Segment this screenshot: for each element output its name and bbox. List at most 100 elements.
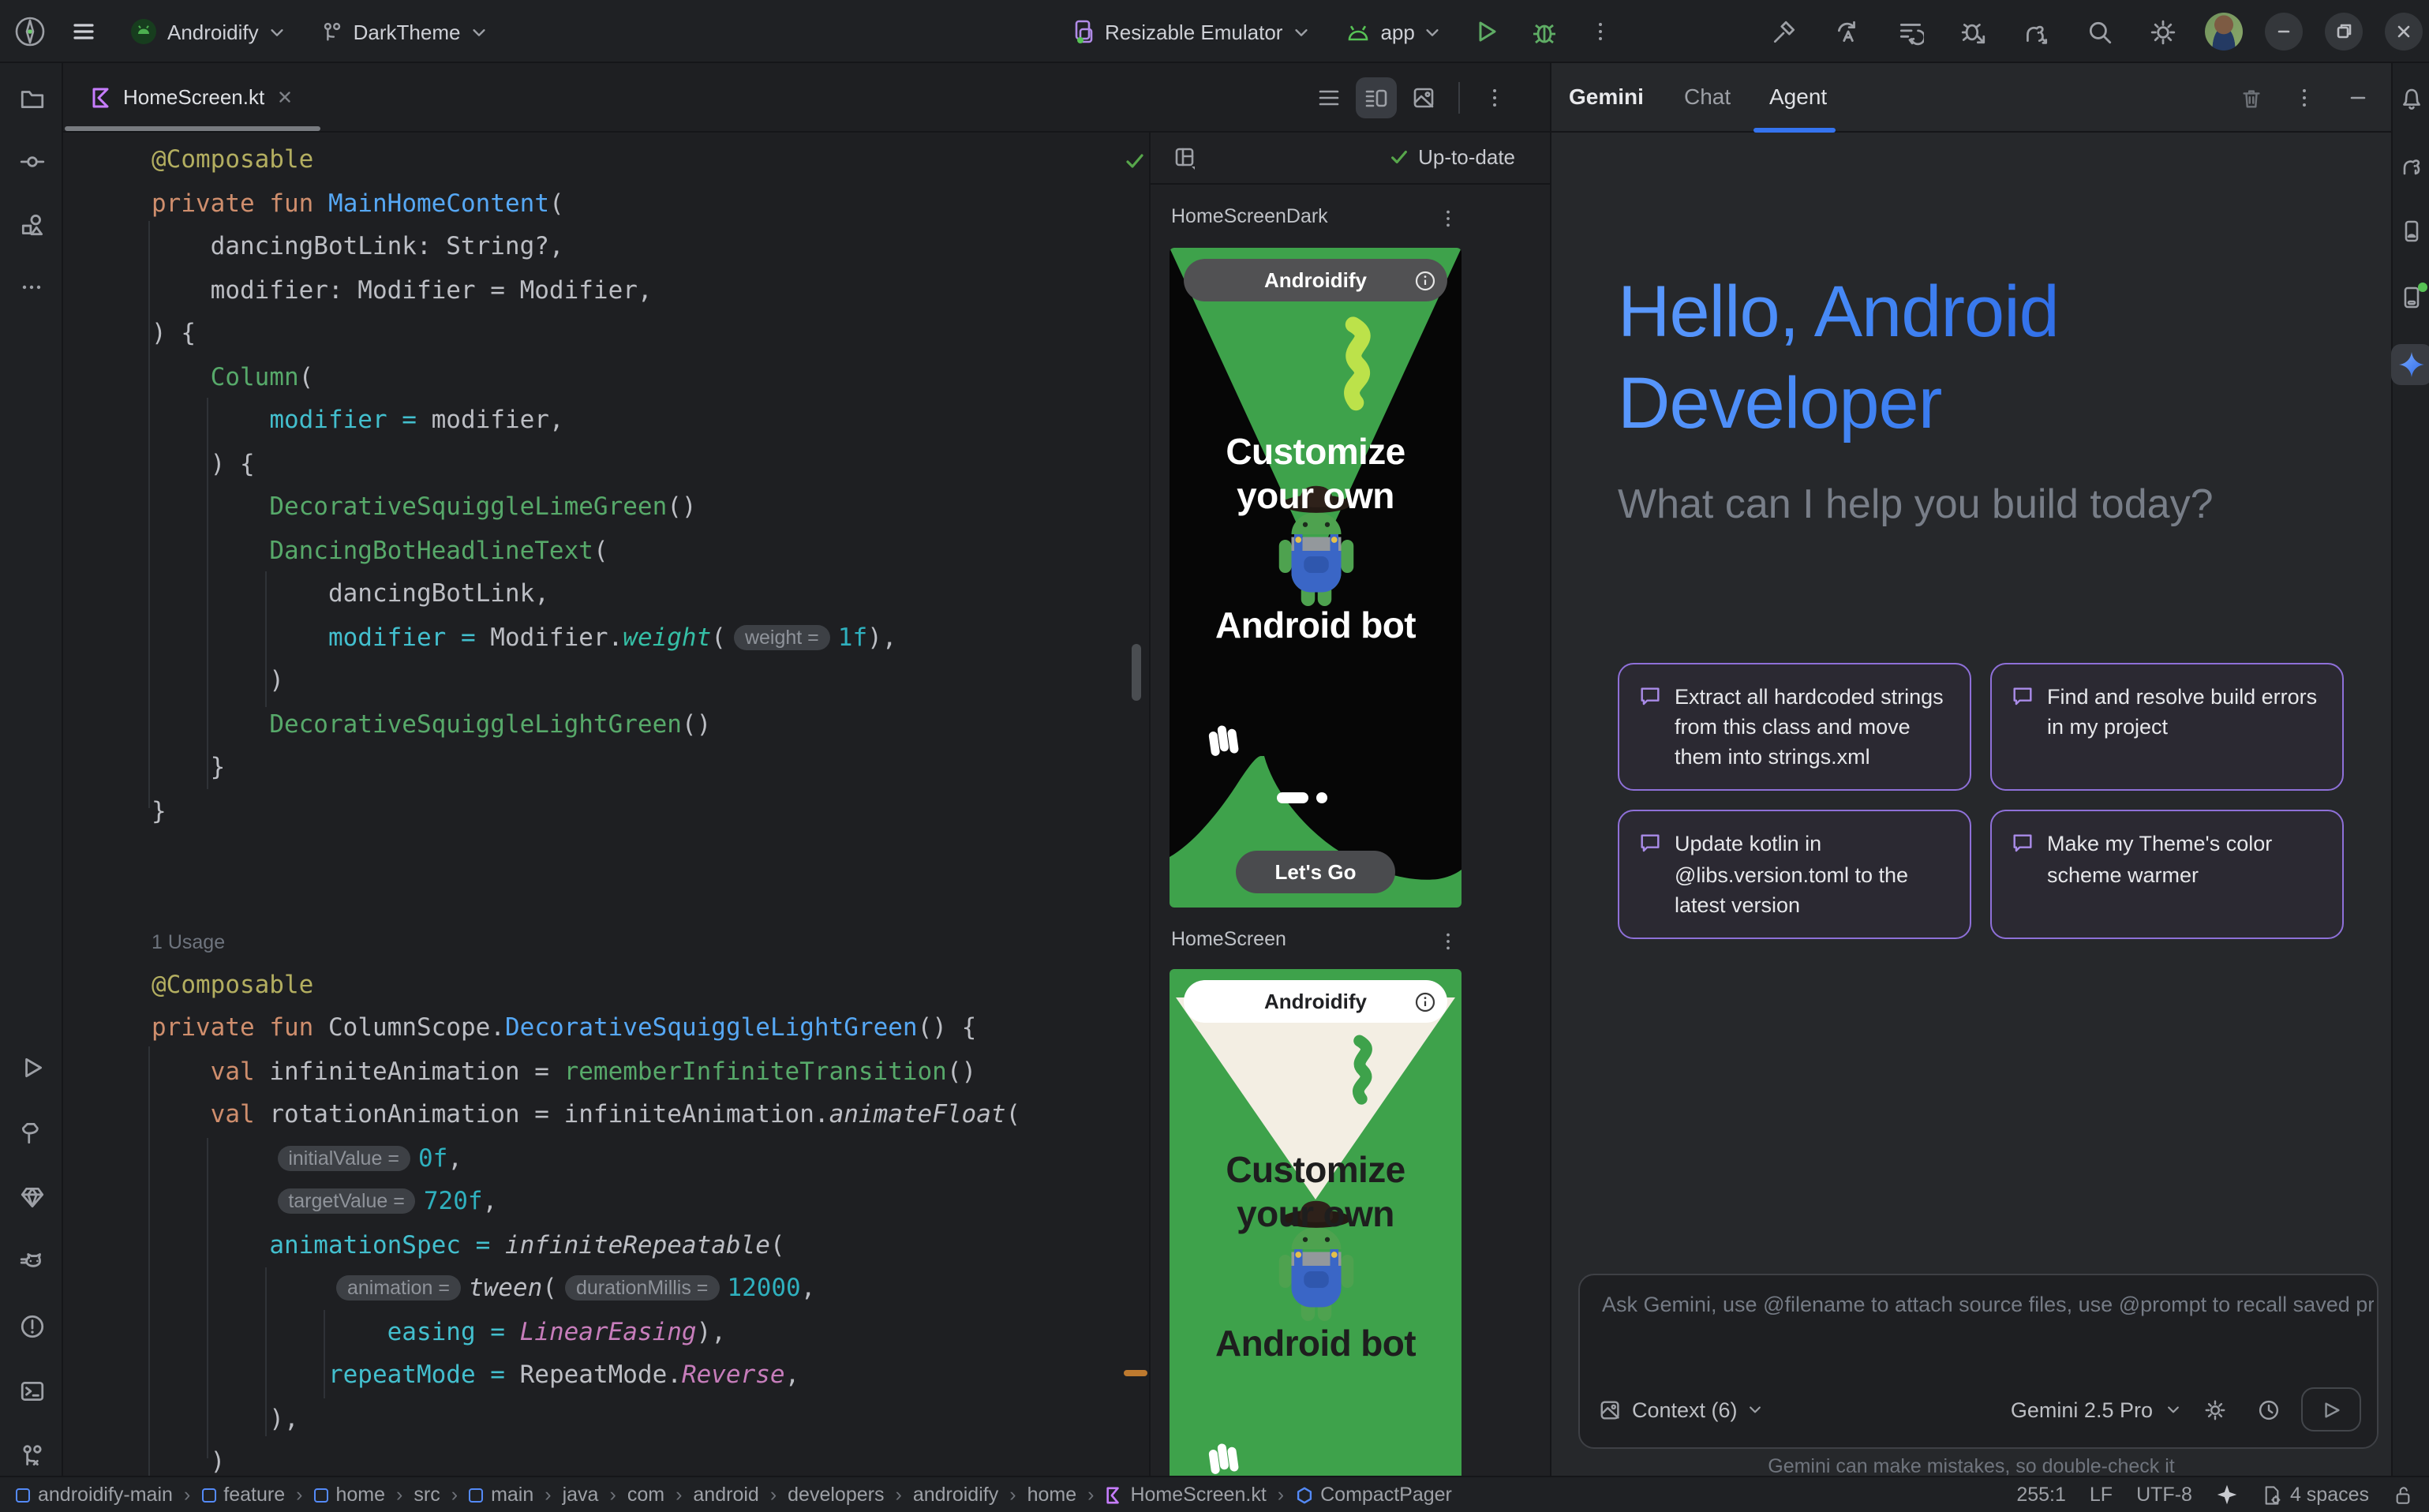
code-line[interactable]: private fun MainHomeContent( — [152, 182, 564, 226]
code-line[interactable]: repeatMode = RepeatMode.Reverse, — [152, 1354, 799, 1398]
preview-layout-button[interactable] — [1165, 137, 1206, 178]
code-line[interactable]: } — [152, 790, 167, 833]
more-run-actions-button[interactable] — [1581, 11, 1622, 52]
user-avatar[interactable] — [2205, 13, 2243, 51]
lock-open-icon[interactable] — [2393, 1484, 2413, 1505]
editor-scrollbar[interactable] — [1132, 644, 1141, 701]
logcat-tool-button[interactable] — [11, 1241, 52, 1282]
apply-changes-button[interactable] — [1826, 11, 1867, 52]
code-line[interactable]: DecorativeSquiggleLightGreen() — [152, 703, 711, 747]
preview-card-menu-button[interactable] — [1432, 202, 1463, 234]
gemini-tool-button[interactable] — [2391, 344, 2429, 385]
code-line[interactable]: @Composable — [152, 964, 313, 1007]
gemini-settings-button[interactable] — [2194, 1389, 2235, 1430]
ai-spark-icon[interactable] — [2216, 1484, 2238, 1506]
close-tab-icon[interactable] — [275, 88, 293, 106]
gemini-input-box[interactable]: Ask Gemini, use @filename to attach sour… — [1578, 1274, 2378, 1449]
code-view-button[interactable] — [1308, 77, 1349, 118]
code-line[interactable]: dancingBotLink, — [152, 573, 549, 616]
hide-panel-button[interactable] — [2337, 77, 2378, 118]
profiler-button[interactable] — [1889, 11, 1930, 52]
code-line[interactable]: modifier = modifier, — [152, 399, 564, 443]
close-button[interactable] — [2385, 13, 2423, 51]
device-manager-button[interactable] — [2391, 211, 2429, 253]
code-line[interactable]: 1 Usage — [152, 920, 225, 964]
breadcrumb-item[interactable]: src — [414, 1484, 440, 1506]
context-dropdown[interactable]: Context (6) — [1599, 1398, 1763, 1421]
code-line[interactable]: DecorativeSquiggleLimeGreen() — [152, 486, 697, 530]
clear-chat-button[interactable] — [2230, 77, 2271, 118]
run-tool-button[interactable] — [11, 1046, 52, 1087]
breadcrumb-item[interactable]: main — [469, 1484, 533, 1506]
code-line[interactable]: @Composable — [152, 139, 313, 182]
restore-button[interactable] — [2325, 13, 2363, 51]
breadcrumb-item[interactable]: androidify-main — [16, 1484, 173, 1506]
code-line[interactable]: targetValue =720f, — [152, 1181, 497, 1224]
project-tool-button[interactable] — [11, 77, 52, 118]
breadcrumb-item[interactable]: java — [563, 1484, 599, 1506]
code-line[interactable]: ) { — [152, 443, 255, 486]
suggestion-card[interactable]: Make my Theme's color scheme warmer — [1990, 810, 2344, 939]
design-view-button[interactable] — [1403, 77, 1444, 118]
settings-button[interactable] — [2142, 11, 2183, 52]
build-button[interactable] — [1763, 11, 1804, 52]
code-line[interactable]: initialValue =0f, — [152, 1137, 462, 1181]
code-line[interactable]: DancingBotHeadlineText( — [152, 530, 608, 573]
device-selector[interactable]: Resizable Emulator — [1061, 14, 1319, 49]
attach-debugger-button[interactable] — [1952, 11, 1993, 52]
gradle-sync-button[interactable] — [2015, 11, 2057, 52]
caret-position[interactable]: 255:1 — [2016, 1484, 2066, 1506]
breadcrumb-item[interactable]: HomeScreen.kt — [1105, 1484, 1266, 1506]
run-configuration-selector[interactable]: app — [1334, 15, 1450, 48]
more-tool-windows-button[interactable] — [11, 267, 52, 308]
breadcrumb-item[interactable]: feature — [201, 1484, 285, 1506]
breadcrumb-item[interactable]: home — [1027, 1484, 1077, 1506]
app-quality-insights-button[interactable] — [11, 1176, 52, 1217]
preview-homescreen[interactable]: Androidify Customize your own Android bo… — [1170, 969, 1462, 1476]
tab-agent[interactable]: Agent — [1769, 84, 1827, 109]
running-devices-button[interactable] — [2391, 278, 2429, 319]
breadcrumb-item[interactable]: androidify — [913, 1484, 998, 1506]
editor-options-button[interactable] — [1474, 77, 1515, 118]
breadcrumb-item[interactable]: com — [627, 1484, 664, 1506]
code-line[interactable]: val rotationAnimation = infiniteAnimatio… — [152, 1094, 1020, 1137]
send-button[interactable] — [2301, 1387, 2361, 1432]
tab-chat[interactable]: Chat — [1684, 84, 1731, 109]
breadcrumb-item[interactable]: home — [313, 1484, 385, 1506]
code-line[interactable]: private fun ColumnScope.DecorativeSquigg… — [152, 1007, 976, 1050]
inspection-ok-indicator[interactable] — [1124, 150, 1146, 180]
commit-tool-button[interactable] — [11, 140, 52, 182]
prompt-input[interactable]: Ask Gemini, use @filename to attach sour… — [1602, 1293, 2374, 1316]
problems-tool-button[interactable] — [11, 1305, 52, 1346]
preview-sync-status[interactable]: Up-to-date — [1388, 145, 1515, 169]
main-menu-button[interactable] — [63, 11, 104, 52]
breadcrumb-item[interactable]: android — [693, 1484, 758, 1506]
branch-selector[interactable]: DarkTheme — [311, 15, 497, 48]
indent-setting[interactable]: 4 spaces — [2262, 1484, 2369, 1506]
suggestion-card[interactable]: Update kotlin in @libs.version.toml to t… — [1618, 810, 1971, 939]
project-selector[interactable]: Androidify — [120, 13, 295, 51]
code-line[interactable]: animationSpec = infiniteRepeatable( — [152, 1224, 785, 1267]
preview-card-label[interactable]: HomeScreenDark — [1171, 205, 1328, 227]
search-everywhere-button[interactable] — [2079, 11, 2120, 52]
code-line[interactable]: ), — [152, 1398, 299, 1441]
run-button[interactable] — [1467, 11, 1508, 52]
breadcrumb-item[interactable]: developers — [788, 1484, 884, 1506]
split-view-button[interactable] — [1356, 77, 1397, 118]
history-button[interactable] — [2247, 1389, 2289, 1430]
model-selector[interactable]: Gemini 2.5 Pro — [2011, 1398, 2153, 1421]
lets-go-button[interactable]: Let's Go — [1236, 851, 1395, 893]
code-line[interactable]: ) { — [152, 313, 196, 356]
code-line[interactable]: } — [152, 747, 225, 790]
tab-homescreen-kt[interactable]: HomeScreen.kt — [65, 63, 312, 131]
suggestion-card[interactable]: Extract all hardcoded strings from this … — [1618, 663, 1971, 792]
terminal-tool-button[interactable] — [11, 1370, 52, 1411]
code-line[interactable]: ) — [152, 1441, 225, 1476]
notifications-button[interactable] — [2391, 79, 2429, 120]
code-line[interactable]: val infiniteAnimation = rememberInfinite… — [152, 1050, 976, 1094]
preview-card-label[interactable]: HomeScreen — [1171, 928, 1286, 950]
code-line[interactable]: modifier = Modifier.weight(weight =1f), — [152, 616, 896, 660]
file-encoding[interactable]: UTF-8 — [2136, 1484, 2192, 1506]
code-line[interactable]: easing = LinearEasing), — [152, 1311, 726, 1354]
preview-homescreendark[interactable]: Androidify Customize your own Android bo… — [1170, 248, 1462, 908]
